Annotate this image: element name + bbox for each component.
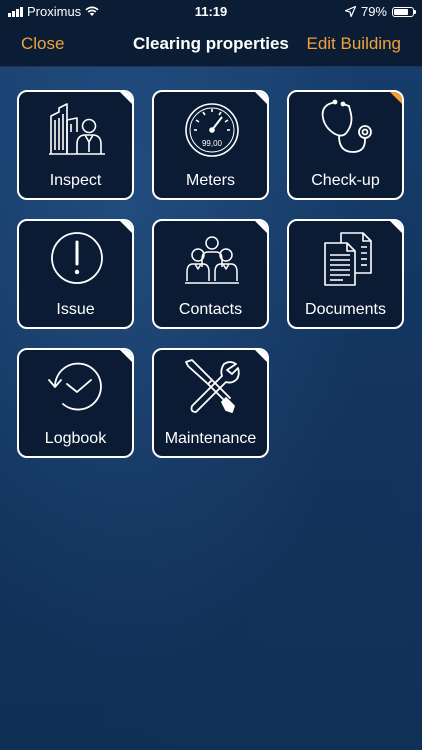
tile-corner-flag — [389, 221, 402, 234]
inspect-tile[interactable]: Inspect — [17, 90, 134, 200]
logbook-tile[interactable]: Logbook — [17, 348, 134, 458]
tile-corner-flag — [119, 350, 132, 363]
documents-tile[interactable]: Documents — [287, 219, 404, 329]
tile-corner-flag — [254, 350, 267, 363]
page-title: Clearing properties — [133, 34, 289, 53]
tile-grid: Inspect 99,00 Meters Check-up Issue Cont… — [0, 67, 422, 750]
stethoscope-icon — [321, 99, 372, 153]
carrier-name: Proximus — [27, 4, 82, 19]
tile-corner-flag — [119, 92, 132, 105]
wifi-icon — [85, 6, 99, 16]
battery-fill — [394, 8, 409, 15]
documents-icon — [324, 232, 372, 286]
building-person-icon — [49, 103, 105, 155]
tile-label: Logbook — [44, 430, 107, 447]
exclamation-circle-icon — [51, 232, 103, 284]
tile-label: Issue — [56, 301, 95, 318]
meters-tile[interactable]: 99,00 Meters — [152, 90, 269, 200]
tile-corner-flag — [254, 92, 267, 105]
status-bar: Proximus 11:19 79% — [0, 0, 422, 22]
tile-label: Check-up — [311, 172, 380, 189]
signal-icon — [8, 6, 23, 17]
contacts-tile[interactable]: Contacts — [152, 219, 269, 329]
tile-label: Contacts — [178, 301, 243, 318]
tile-label: Documents — [305, 301, 386, 318]
tile-corner-flag — [254, 221, 267, 234]
close-button[interactable]: Close — [21, 34, 64, 54]
nav-bar: Close Clearing properties Edit Building — [0, 22, 422, 67]
tile-corner-flag — [119, 221, 132, 234]
issue-tile[interactable]: Issue — [17, 219, 134, 329]
tile-corner-flag-orange — [389, 92, 402, 105]
status-right: 79% — [344, 4, 416, 19]
edit-building-button[interactable]: Edit Building — [306, 34, 401, 54]
gauge-readout: 99,00 — [202, 139, 223, 148]
wrench-screwdriver-icon — [185, 359, 240, 413]
check-up-tile[interactable]: Check-up — [287, 90, 404, 200]
location-arrow-icon — [344, 6, 356, 17]
meter-gauge-icon: 99,00 — [185, 103, 239, 157]
status-left: Proximus — [8, 4, 99, 19]
maintenance-tile[interactable]: Maintenance — [152, 348, 269, 458]
app-screen: Proximus 11:19 79% Close Clearing proper… — [0, 0, 422, 750]
history-clock-icon — [48, 362, 102, 411]
battery-icon — [392, 6, 416, 17]
people-group-icon — [185, 236, 239, 284]
tile-label: Meters — [186, 172, 235, 189]
battery-percent: 79% — [360, 4, 387, 19]
tile-label: Inspect — [49, 172, 102, 189]
tile-label: Maintenance — [164, 430, 257, 447]
